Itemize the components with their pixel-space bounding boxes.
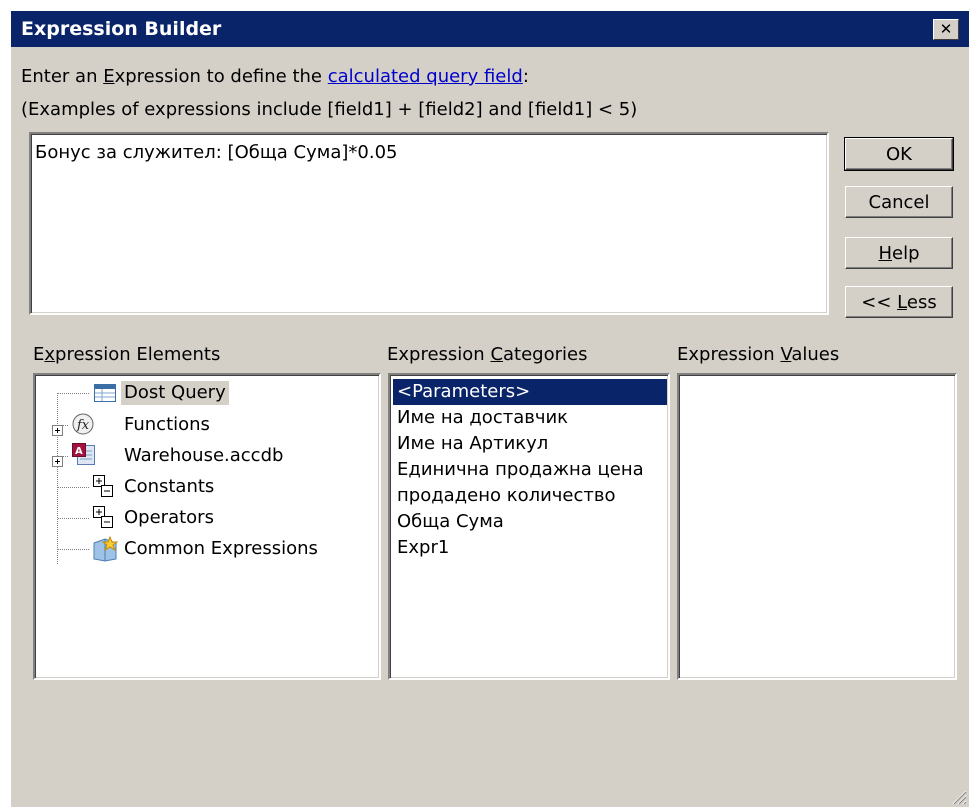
tree-item-constants[interactable]: Constants [35, 472, 375, 502]
tree-item-operators[interactable]: Operators [35, 503, 375, 533]
list-item[interactable]: Име на Артикул [393, 431, 552, 457]
values-label-post: alues [791, 344, 840, 365]
less-accesskey: L [897, 291, 907, 313]
svg-text:fx: fx [76, 418, 90, 433]
list-item[interactable]: Expr1 [393, 535, 453, 561]
expression-elements-tree[interactable]: Dost Query fx Functions A Warehouse.accd… [33, 373, 381, 680]
tree-label: Operators [124, 507, 214, 528]
expression-categories-list[interactable]: <Parameters> Име на доставчик Име на Арт… [388, 373, 670, 680]
elements-label-post: pression Elements [55, 344, 221, 365]
less-label: << Less [861, 292, 936, 313]
ok-label: OK [886, 143, 912, 165]
ok-button[interactable]: OK [844, 137, 954, 171]
common-expressions-icon [91, 534, 119, 567]
values-label-accesskey: V [780, 344, 792, 365]
instruction-mid: xpression to define the [114, 66, 328, 87]
tree-label: Constants [124, 476, 215, 497]
expand-icon[interactable] [52, 420, 63, 441]
expression-builder-dialog: Expression Builder ✕ Enter an Expression… [10, 10, 969, 807]
list-item[interactable]: Единична продажна цена [393, 457, 648, 483]
expression-categories-label: Expression Categories [387, 344, 587, 365]
expression-text: Бонус за служител: [Обща Сума]*0.05 [35, 142, 398, 163]
list-item[interactable]: продадено количество [393, 483, 620, 509]
tree-label: Functions [124, 414, 210, 435]
svg-text:A: A [75, 446, 83, 457]
categories-label-post: ategories [503, 344, 588, 365]
tree-label: Warehouse.accdb [124, 445, 284, 466]
tree-item-common-expressions[interactable]: Common Expressions [35, 534, 375, 564]
instruction-accesskey: E [103, 66, 115, 87]
instruction-suffix: : [522, 66, 529, 87]
expression-elements-label: Expression Elements [33, 344, 220, 365]
cancel-button[interactable]: Cancel [845, 186, 953, 218]
expression-textbox[interactable]: Бонус за служител: [Обща Сума]*0.05 [29, 132, 829, 315]
query-icon [93, 382, 117, 409]
list-item[interactable]: <Parameters> [393, 379, 667, 405]
list-item[interactable]: Име на доставчик [393, 405, 572, 431]
cancel-label: Cancel [868, 191, 930, 213]
less-button[interactable]: << Less [845, 286, 953, 318]
categories-label-accesskey: C [490, 344, 504, 365]
help-button[interactable]: Help [845, 237, 953, 269]
calculated-query-field-link[interactable]: calculated query field [328, 66, 523, 87]
function-icon: fx [71, 412, 95, 441]
tree-label: Dost Query [121, 381, 229, 405]
help-label: Help [878, 243, 919, 264]
tree-item-functions[interactable]: fx Functions [35, 410, 375, 440]
expression-values-list[interactable] [677, 373, 957, 680]
database-icon: A [71, 442, 97, 473]
window-title: Expression Builder [21, 18, 222, 40]
size-grip-icon[interactable] [949, 787, 967, 805]
tree-item-warehouse[interactable]: A Warehouse.accdb [35, 441, 375, 471]
instruction-line-2: (Examples of expressions include [field1… [21, 99, 638, 120]
instruction-line-1: Enter an Expression to define the calcul… [21, 66, 529, 87]
title-bar[interactable]: Expression Builder ✕ [11, 11, 969, 47]
help-accesskey: H [878, 242, 893, 264]
instruction-prefix: Enter an [21, 66, 104, 87]
list-item[interactable]: Обща Сума [393, 509, 508, 535]
help-rest: elp [892, 242, 920, 264]
expand-icon[interactable] [52, 451, 63, 472]
close-icon: ✕ [939, 20, 953, 38]
constants-icon [91, 473, 117, 506]
expression-values-label: Expression Values [677, 344, 839, 365]
tree-label: Common Expressions [124, 538, 318, 559]
less-rest: ess [906, 291, 937, 313]
categories-label-pre: Expression [387, 344, 491, 365]
elements-label-pre: E [33, 344, 45, 365]
values-label-pre: Expression [677, 344, 781, 365]
less-prefix: << [861, 291, 898, 313]
elements-label-accesskey: x [44, 344, 56, 365]
close-button[interactable]: ✕ [933, 19, 959, 40]
operators-icon [91, 504, 117, 537]
tree-item-dost-query[interactable]: Dost Query [35, 379, 375, 409]
